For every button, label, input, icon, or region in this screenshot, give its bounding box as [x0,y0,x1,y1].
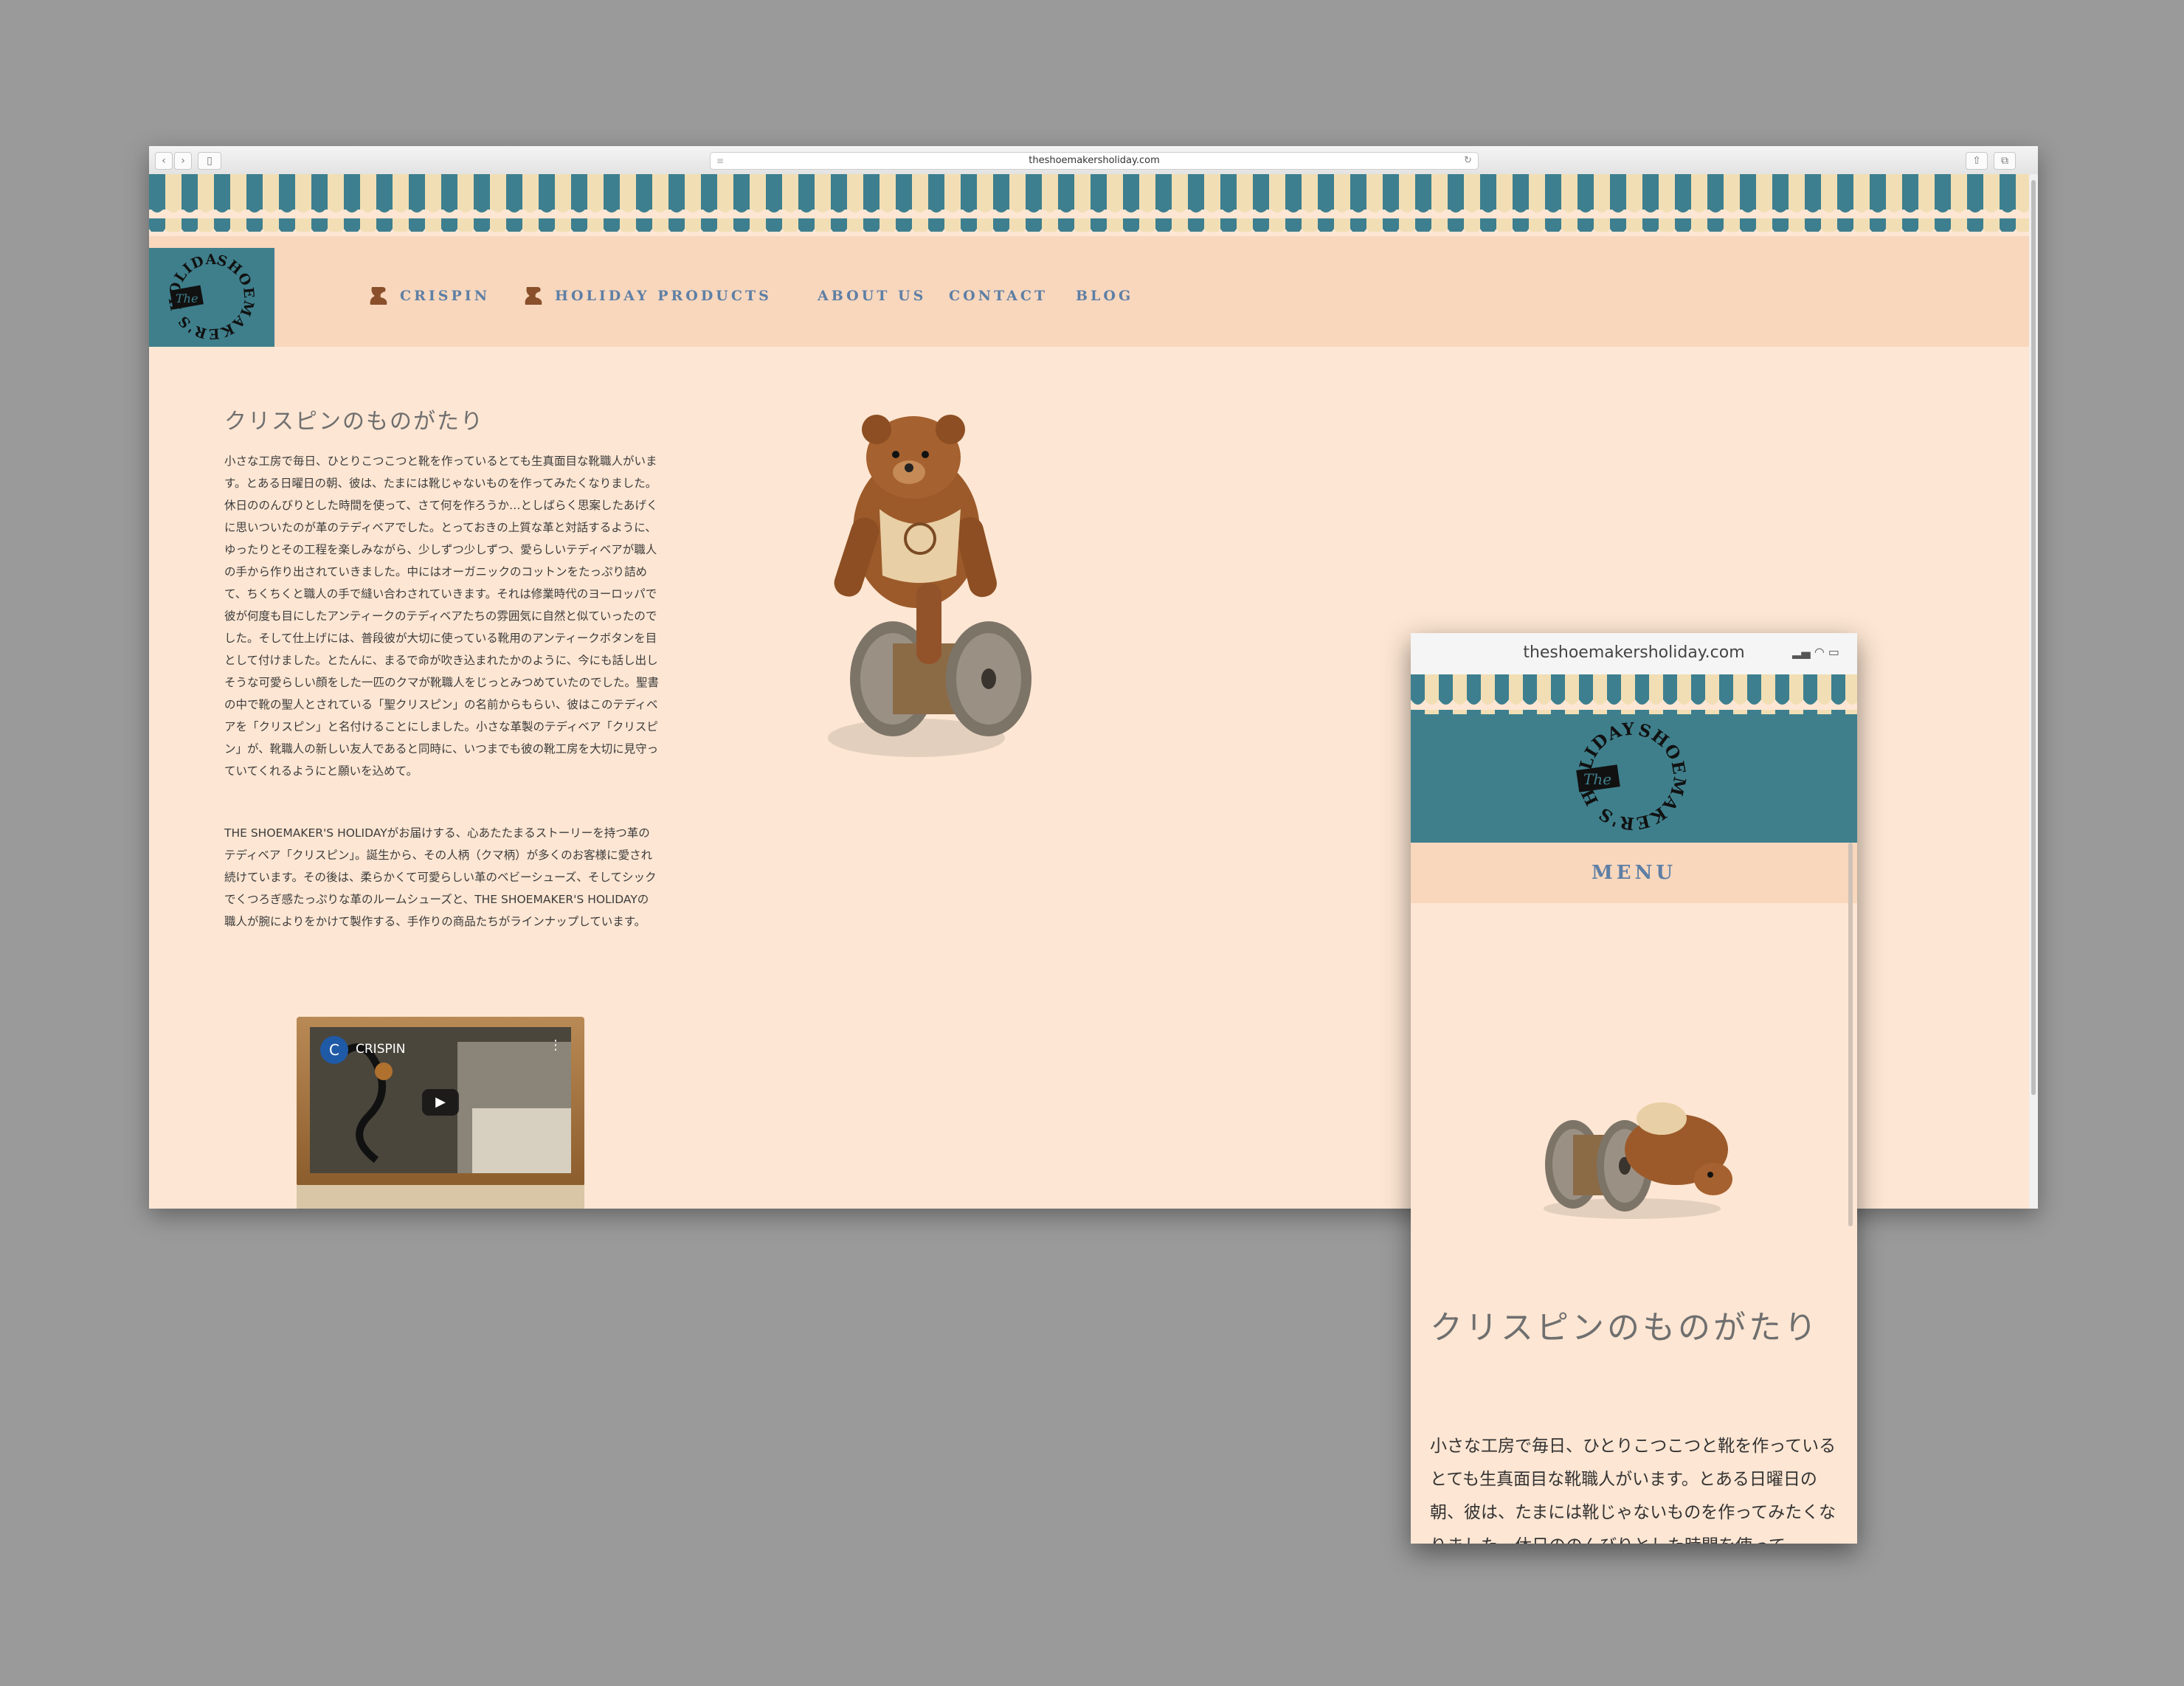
sidebar-icon[interactable]: ▯ [198,152,221,170]
logo-name-text: SHOEMAKER'S HOLIDAY [149,235,256,342]
mobile-address-bar[interactable]: theshoemakersholiday.com ▂▄ ◠ ▭ [1411,633,1857,675]
reload-icon[interactable]: ↻ [1464,153,1472,169]
battery-icon: ▭ [1828,645,1839,659]
logo-the-text: The [176,291,198,305]
nav-blog[interactable]: BLOG [1076,281,1133,311]
nav-about-us[interactable]: ABOUT US [818,281,926,311]
story-paragraph-1: 小さな工房で毎日、ひとりこつこつと靴を作っているとても生真面目な靴職人がいます。… [224,455,660,778]
mobile-story-paragraph: 小さな工房で毎日、ひとりこつこつと靴を作っているとても生真面目な靴職人がいます。… [1430,1437,1836,1544]
play-icon[interactable]: ▶ [422,1089,459,1116]
nav-blog-label: BLOG [1076,288,1134,304]
awning-stripes [149,174,2029,232]
page-title: クリスピンのものがたり [224,409,484,435]
more-options-icon[interactable]: ⋮ [549,1037,562,1053]
teddy-bear-on-spool-image [828,415,1031,757]
page-scrollbar[interactable] [2029,174,2038,1209]
mobile-scrollbar[interactable] [1848,843,1853,1226]
awning-banner [149,174,2029,248]
back-icon[interactable]: ‹ [155,152,173,170]
video-title[interactable]: CRISPIN [356,1042,405,1057]
tv-cabinet-base [297,1185,584,1209]
nav-crispin-label: CRISPIN [400,288,491,304]
svg-text:SHOEMAKER'S HOLIDAY: SHOEMAKER'S HOLIDAY [149,248,257,342]
mobile-logo-the-text: The [1583,770,1611,788]
share-icon[interactable]: ⇧ [1966,152,1988,170]
video-screen[interactable]: C CRISPIN ⋮ ▶ [310,1027,571,1173]
nav-about-us-label: ABOUT US [818,288,927,304]
logo-emblem: SHOEMAKER'S HOLIDAY The [149,235,257,342]
address-bar[interactable]: ≡ theshoemakersholiday.com ↻ [710,152,1479,170]
mobile-address-url: theshoemakersholiday.com [1523,643,1745,662]
reader-icon[interactable]: ≡ [716,153,724,169]
forward-icon[interactable]: › [174,152,192,170]
nav-holiday-products-label: HOLIDAY PRODUCTS [555,288,772,304]
browser-toolbar: ‹ › ▯ ≡ theshoemakersholiday.com ↻ ⇧ ⧉ [149,146,2038,175]
shoe-icon [370,287,387,305]
teddy-bear-lying-image [1544,1102,1732,1219]
crispin-video-player[interactable]: C CRISPIN ⋮ ▶ [297,1017,584,1209]
signal-icon: ▂▄ [1792,645,1811,659]
mobile-menu-button[interactable]: MENU [1411,843,1857,903]
channel-avatar[interactable]: C [320,1036,348,1064]
address-bar-url: theshoemakersholiday.com [1029,155,1160,166]
mobile-awning-banner [1411,674,1857,741]
nav-contact[interactable]: CONTACT [949,281,1048,311]
nav-contact-label: CONTACT [949,288,1048,304]
mobile-page-title: クリスピンのものがたり [1430,1309,1820,1347]
nav-holiday-products[interactable]: HOLIDAY PRODUCTS [522,281,772,311]
tabs-icon[interactable]: ⧉ [1994,152,2016,170]
mobile-browser-window: theshoemakersholiday.com ▂▄ ◠ ▭ SHOEMAKE… [1411,633,1857,1544]
wifi-icon: ◠ [1814,645,1825,659]
site-logo[interactable]: SHOEMAKER'S HOLIDAY The [149,235,274,347]
mobile-awning-stripes [1411,674,1857,714]
scrollbar-thumb[interactable] [2031,180,2036,1095]
status-icons: ▂▄ ◠ ▭ [1792,645,1839,659]
shoe-icon [525,287,542,305]
story-paragraph-2: THE SHOEMAKER'S HOLIDAYがお届けする、心あたたまるストーリ… [224,826,657,928]
nav-crispin[interactable]: CRISPIN [367,281,490,311]
